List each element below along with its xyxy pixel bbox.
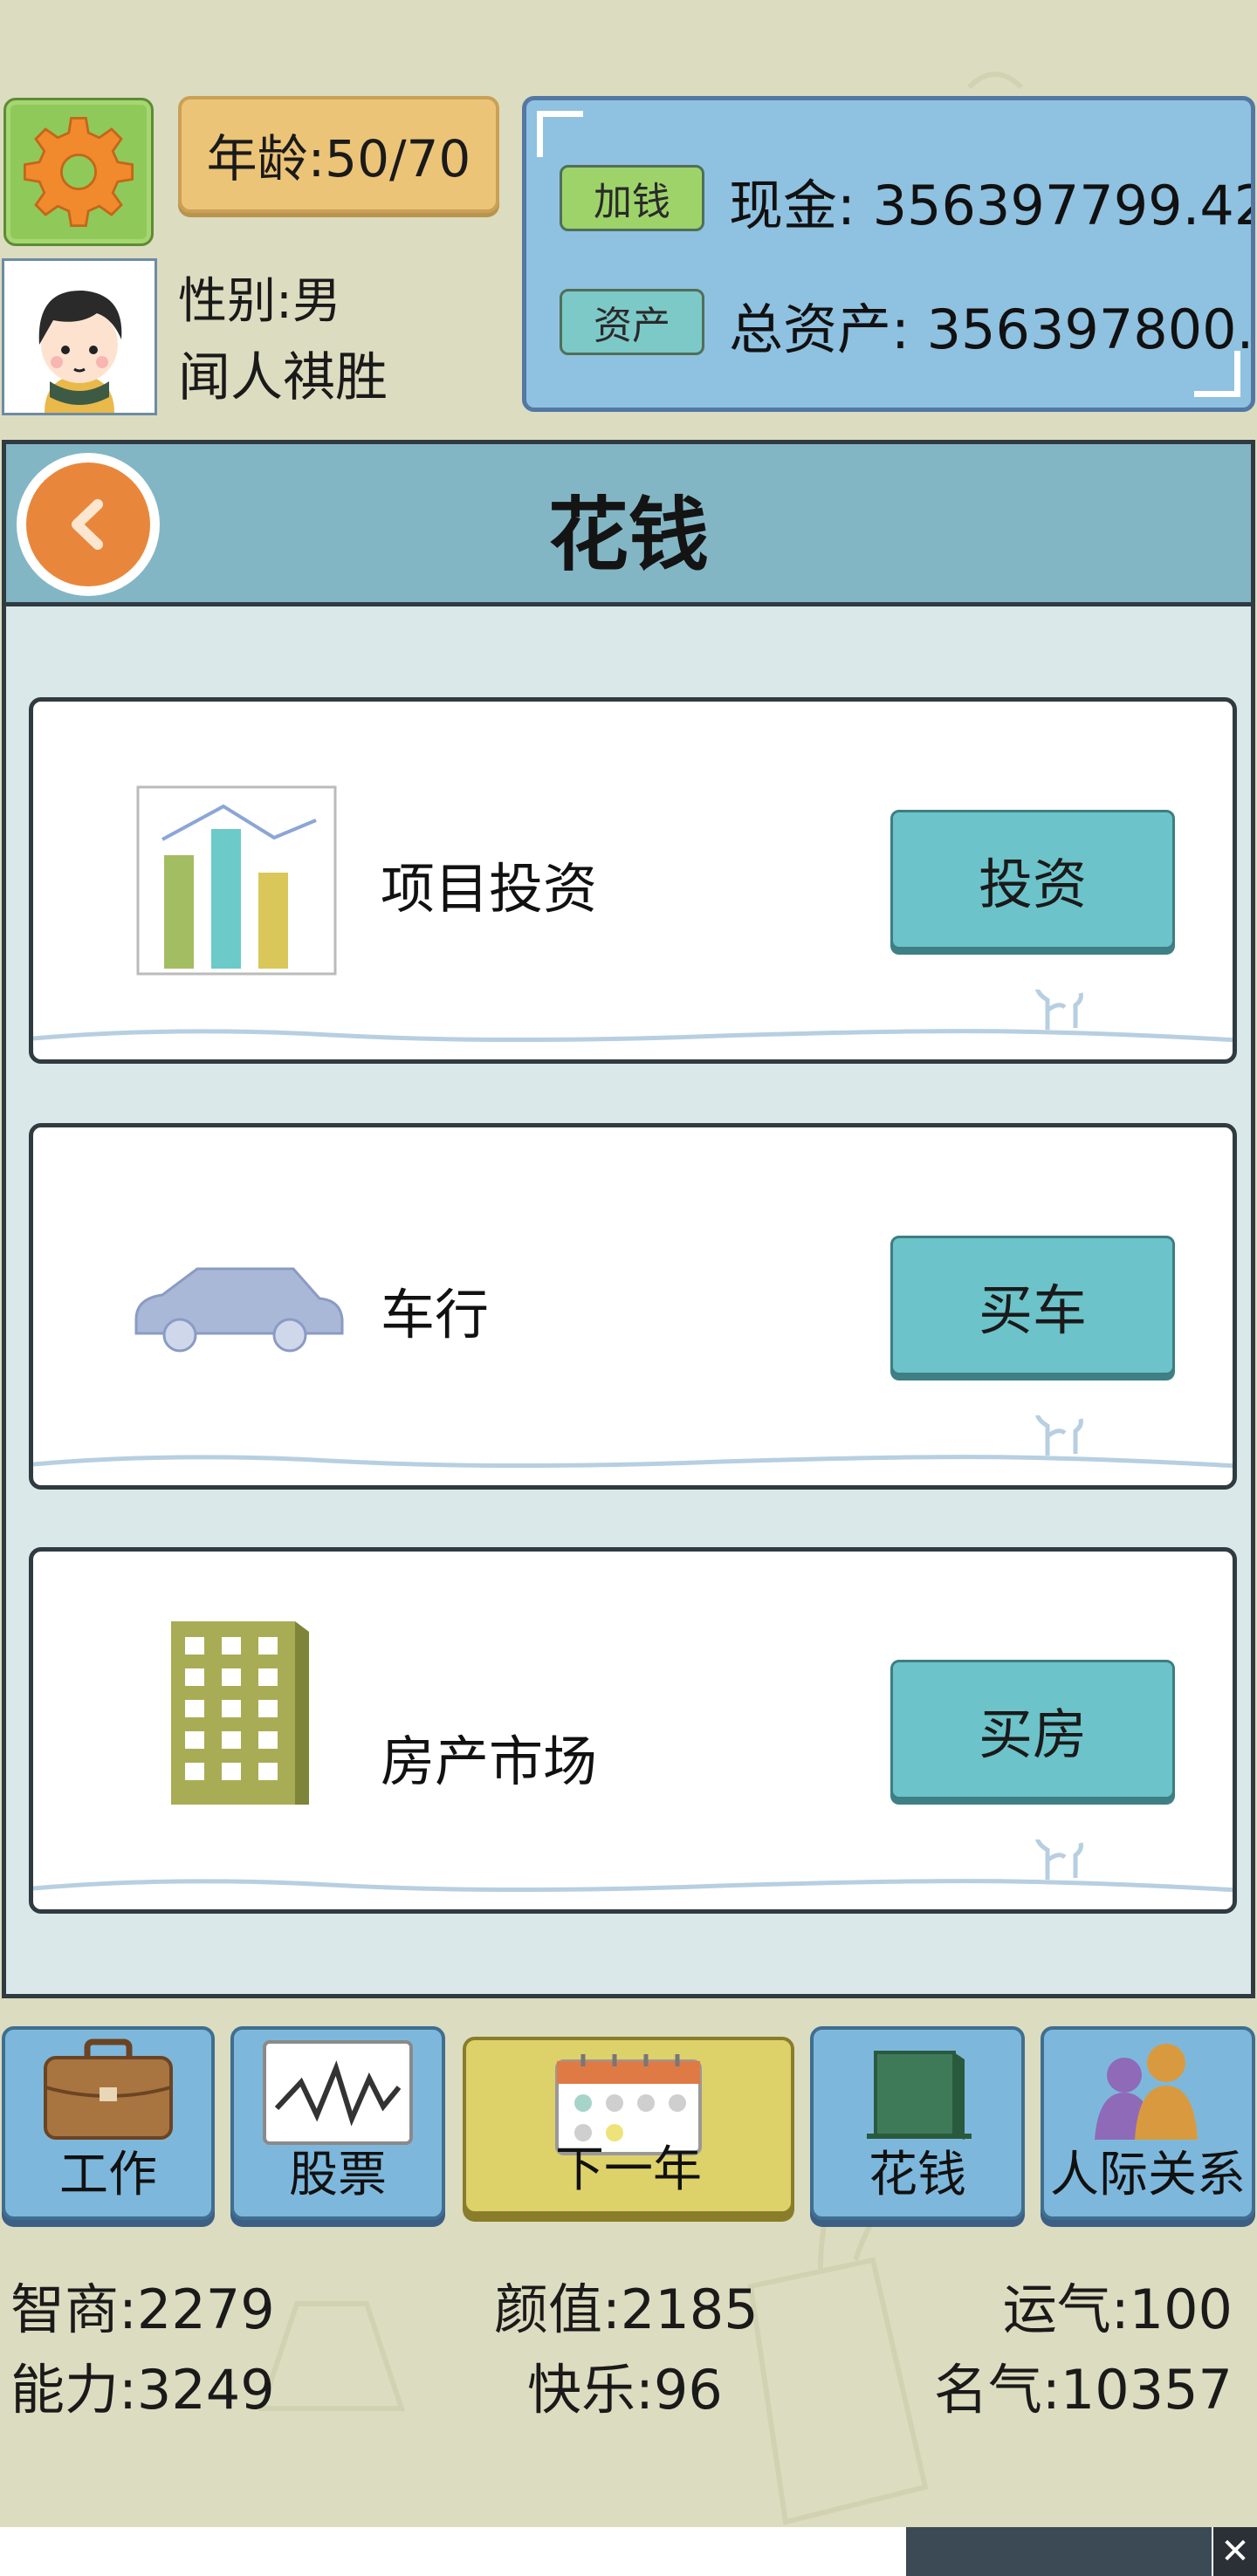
money-stack-icon bbox=[867, 2051, 972, 2140]
card-label: 房产市场 bbox=[381, 1730, 598, 1793]
wave-decoration bbox=[33, 1415, 1233, 1469]
invest-button[interactable]: 投资 bbox=[890, 810, 1175, 949]
nav-label: 工作 bbox=[59, 2147, 157, 2203]
settings-button[interactable] bbox=[3, 98, 154, 246]
nav-next-year-button[interactable]: 下一年 bbox=[463, 2037, 794, 2215]
stat-happiness: 快乐:96 bbox=[527, 2358, 723, 2422]
nav-work-button[interactable]: 工作 bbox=[2, 2026, 215, 2220]
stat-iq: 智商:2279 bbox=[10, 2278, 275, 2341]
nav-label: 下一年 bbox=[555, 2141, 702, 2198]
add-money-button[interactable]: 加钱 bbox=[560, 165, 704, 231]
nav-label: 股票 bbox=[289, 2147, 387, 2203]
gear-icon bbox=[24, 117, 134, 227]
card-label: 车行 bbox=[381, 1283, 490, 1346]
money-panel: 加钱 现金: 356397799.425 资产 总资产: 356397800.0… bbox=[522, 96, 1255, 412]
card-label: 项目投资 bbox=[381, 857, 598, 921]
stock-chart-icon bbox=[263, 2040, 413, 2145]
investment-card: 项目投资 投资 bbox=[29, 697, 1237, 1064]
age-display: 年龄:50/70 bbox=[178, 96, 499, 213]
frame-corner-decoration bbox=[537, 111, 583, 157]
building-icon bbox=[171, 1621, 309, 1805]
stat-luck: 运气:100 bbox=[1002, 2278, 1233, 2341]
wave-decoration bbox=[33, 1840, 1233, 1893]
close-icon[interactable]: ✕ bbox=[1213, 2527, 1257, 2576]
bottom-bar: ✕ bbox=[0, 2527, 1257, 2576]
car-dealer-card: 车行 买车 bbox=[29, 1123, 1237, 1490]
gender-label: 性别:男 bbox=[178, 273, 341, 330]
car-icon bbox=[134, 1267, 344, 1353]
assets-button[interactable]: 资产 bbox=[560, 289, 704, 355]
ad-thumbnail bbox=[906, 2527, 1212, 2576]
total-assets-label: 总资产: 356397800.07 bbox=[729, 298, 1254, 361]
stat-fame: 名气:10357 bbox=[933, 2358, 1233, 2422]
briefcase-icon bbox=[44, 2038, 173, 2140]
nav-spend-button[interactable]: 花钱 bbox=[810, 2026, 1025, 2220]
stat-ability: 能力:3249 bbox=[10, 2358, 275, 2422]
cash-label: 现金: 356397799.425 bbox=[729, 174, 1255, 237]
boy-avatar-icon bbox=[4, 261, 155, 413]
age-label: 年龄:50/70 bbox=[206, 129, 471, 188]
wave-decoration bbox=[33, 990, 1233, 1043]
spend-money-panel: 花钱 项目投资 投资 车行 买车 房产市场 买房 bbox=[2, 440, 1255, 1998]
page-title: 花钱 bbox=[547, 489, 709, 582]
avatar bbox=[2, 258, 157, 415]
nav-stocks-button[interactable]: 股票 bbox=[230, 2026, 445, 2220]
real-estate-card: 房产市场 买房 bbox=[29, 1547, 1237, 1914]
nav-label: 人际关系 bbox=[1050, 2147, 1246, 2203]
bar-chart-icon bbox=[136, 785, 337, 976]
stat-looks: 颜值:2185 bbox=[494, 2278, 759, 2341]
panel-header: 花钱 bbox=[6, 444, 1251, 606]
buy-car-button[interactable]: 买车 bbox=[890, 1236, 1175, 1375]
player-name: 闻人祺胜 bbox=[178, 347, 388, 408]
nav-relationships-button[interactable]: 人际关系 bbox=[1041, 2026, 1255, 2220]
people-icon bbox=[1095, 2044, 1198, 2140]
buy-house-button[interactable]: 买房 bbox=[890, 1660, 1175, 1799]
nav-label: 花钱 bbox=[869, 2147, 966, 2203]
